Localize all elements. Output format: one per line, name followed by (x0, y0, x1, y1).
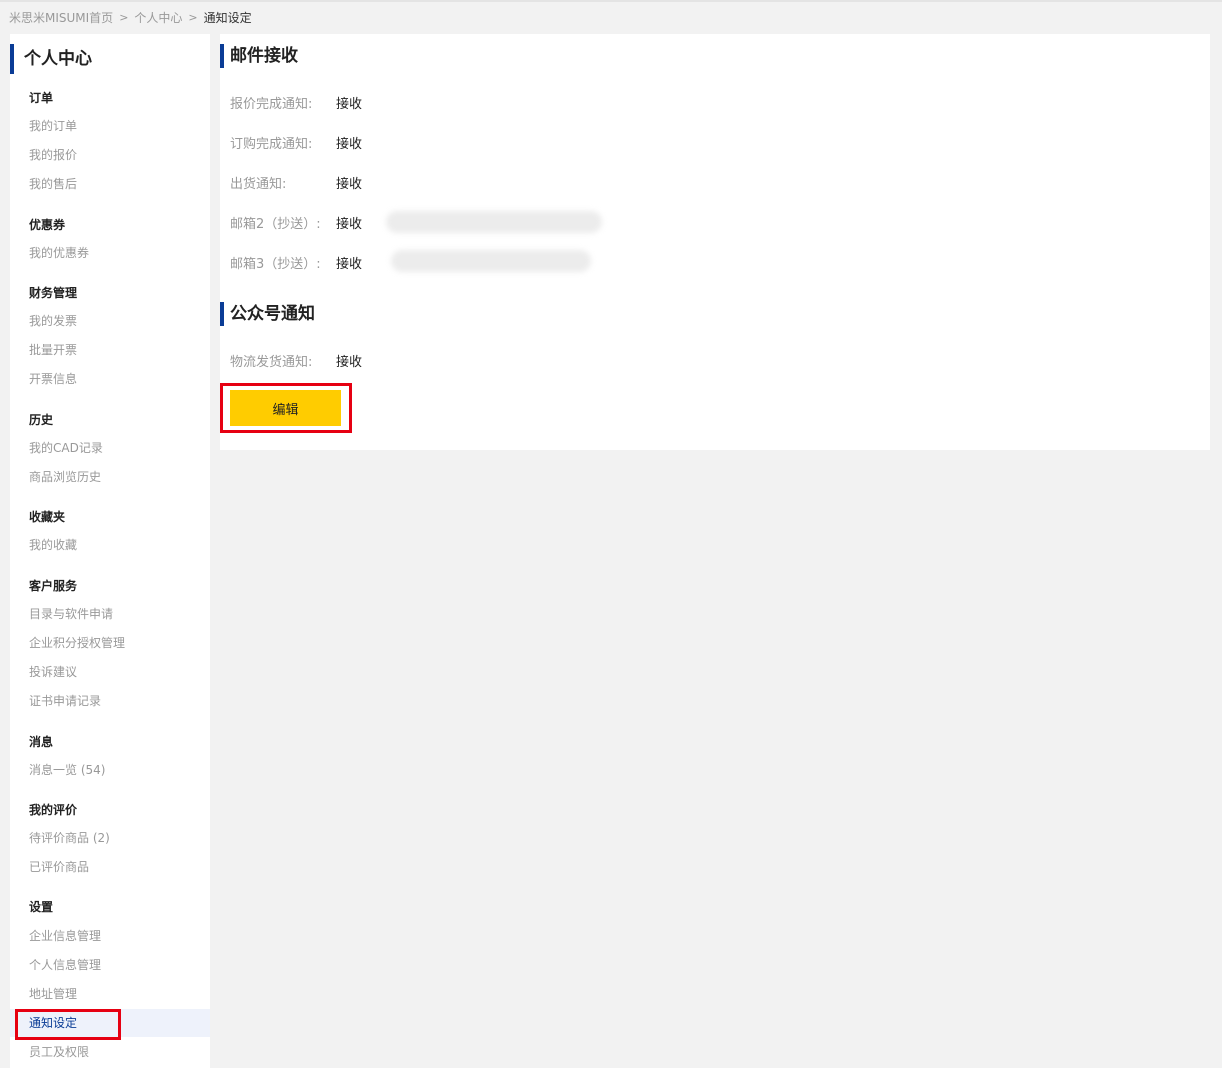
sidebar-item-my-orders[interactable]: 我的订单 (10, 112, 210, 140)
edit-button[interactable]: 编辑 (230, 390, 341, 426)
sidebar-heading-history: 历史 (29, 413, 54, 427)
sidebar-item-message-list[interactable]: 消息一览 (54) (10, 756, 210, 784)
sidebar-item-batch-invoicing[interactable]: 批量开票 (10, 336, 210, 364)
highlight-box-edit: 编辑 (220, 383, 352, 433)
sidebar-item-invoice-info[interactable]: 开票信息 (10, 365, 210, 393)
sidebar-item-browse-history[interactable]: 商品浏览历史 (10, 463, 210, 491)
row-shipping: 出货通知: 接收 (230, 173, 363, 192)
sidebar-item-address[interactable]: 地址管理 (10, 980, 210, 1008)
section-title-email: 邮件接收 (220, 44, 298, 68)
row-value: 接收 (336, 216, 363, 232)
breadcrumb-current: 通知设定 (203, 10, 252, 25)
sidebar-title: 个人中心 (10, 44, 92, 74)
breadcrumb-separator-icon: > (188, 10, 198, 24)
sidebar-item-certificate-records[interactable]: 证书申请记录 (10, 687, 210, 715)
row-email3-cc: 邮箱3（抄送）: 接收 (230, 253, 363, 272)
email2-address-redacted (386, 211, 602, 233)
row-label: 出货通知: (230, 176, 287, 192)
sidebar-item-reviewed-products[interactable]: 已评价商品 (10, 853, 210, 881)
row-label: 物流发货通知: (230, 354, 313, 370)
sidebar-heading-messages: 消息 (29, 735, 54, 749)
highlight-box-notification-settings (15, 1009, 121, 1040)
top-border (0, 0, 1222, 2)
row-value: 接收 (336, 136, 363, 152)
sidebar-item-my-coupons[interactable]: 我的优惠券 (10, 239, 210, 267)
sidebar-item-cad-records[interactable]: 我的CAD记录 (10, 434, 210, 462)
row-label: 邮箱2（抄送）: (230, 216, 321, 232)
row-value: 接收 (336, 176, 363, 192)
row-quote-complete: 报价完成通知: 接收 (230, 93, 363, 112)
row-value: 接收 (336, 256, 363, 272)
sidebar-heading-orders: 订单 (29, 91, 54, 105)
sidebar-heading-coupons: 优惠券 (29, 218, 66, 232)
email3-address-redacted (391, 250, 591, 272)
sidebar-heading-finance: 财务管理 (29, 286, 78, 300)
sidebar-item-my-invoices[interactable]: 我的发票 (10, 307, 210, 335)
sidebar-item-staff-permissions[interactable]: 员工及权限 (10, 1038, 210, 1066)
breadcrumb: 米思米MISUMI首页 > 个人中心 > 通知设定 (9, 8, 252, 26)
sidebar-item-pending-reviews[interactable]: 待评价商品 (2) (10, 824, 210, 852)
section-title-wechat: 公众号通知 (220, 302, 315, 326)
sidebar-heading-customer-service: 客户服务 (29, 579, 78, 593)
sidebar-heading-reviews: 我的评价 (29, 803, 78, 817)
sidebar-heading-favorites: 收藏夹 (29, 510, 66, 524)
sidebar-item-points-authorization[interactable]: 企业积分授权管理 (10, 629, 210, 657)
breadcrumb-user-center-link[interactable]: 个人中心 (134, 9, 182, 26)
row-email2-cc: 邮箱2（抄送）: 接收 (230, 213, 363, 232)
row-logistics-shipping: 物流发货通知: 接收 (230, 351, 363, 370)
sidebar-heading-settings: 设置 (29, 900, 54, 914)
sidebar-item-catalog-software[interactable]: 目录与软件申请 (10, 600, 210, 628)
row-label: 报价完成通知: (230, 96, 313, 112)
main-panel: 邮件接收 报价完成通知: 接收 订购完成通知: 接收 出货通知: 接收 邮箱2（… (220, 34, 1210, 450)
row-order-complete: 订购完成通知: 接收 (230, 133, 363, 152)
sidebar-item-after-sales[interactable]: 我的售后 (10, 170, 210, 198)
sidebar-item-my-favorites[interactable]: 我的收藏 (10, 531, 210, 559)
row-value: 接收 (336, 96, 363, 112)
breadcrumb-home-link[interactable]: 米思米MISUMI首页 (9, 9, 113, 26)
sidebar-item-personal-info[interactable]: 个人信息管理 (10, 951, 210, 979)
row-label: 邮箱3（抄送）: (230, 256, 321, 272)
breadcrumb-separator-icon: > (119, 10, 129, 24)
sidebar-item-my-quotes[interactable]: 我的报价 (10, 141, 210, 169)
row-value: 接收 (336, 354, 363, 370)
sidebar: 个人中心 订单 我的订单 我的报价 我的售后 优惠券 我的优惠券 财务管理 我的… (10, 34, 210, 1068)
sidebar-item-complaints[interactable]: 投诉建议 (10, 658, 210, 686)
row-label: 订购完成通知: (230, 136, 313, 152)
sidebar-item-company-info[interactable]: 企业信息管理 (10, 922, 210, 950)
